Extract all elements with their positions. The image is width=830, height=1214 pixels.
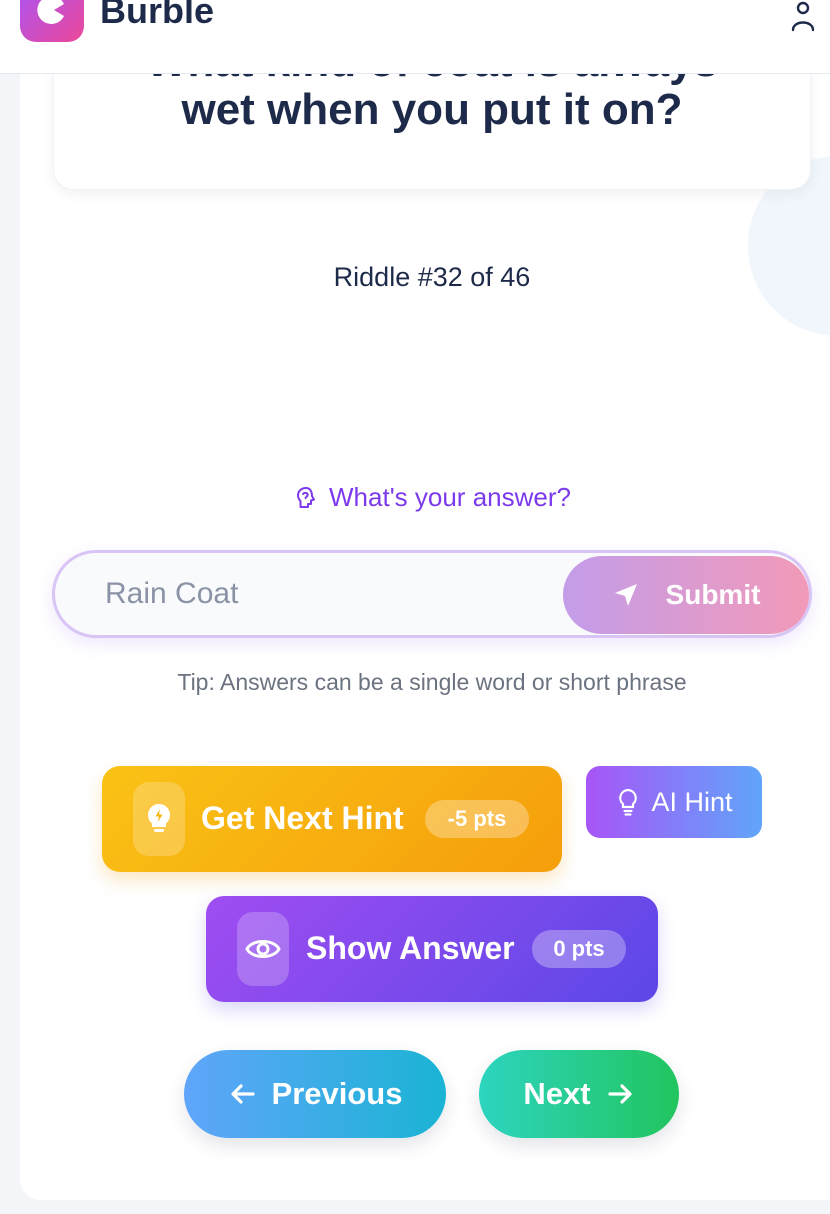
show-answer-icon-chip [237, 912, 289, 986]
arrow-right-icon [607, 1084, 632, 1104]
lightbulb-outline-icon [619, 788, 638, 816]
brain-icon [297, 486, 316, 508]
hint-icon-chip [133, 782, 185, 856]
get-next-hint-button[interactable]: Get Next Hint -5 pts [102, 766, 562, 872]
riddle-page-card: What kind of coat is always wet when you… [20, 74, 830, 1200]
ai-hint-button[interactable]: AI Hint [586, 766, 762, 838]
show-answer-cost-badge: 0 pts [532, 930, 626, 968]
ai-hint-label: AI Hint [651, 786, 733, 817]
show-answer-label: Show Answer [306, 930, 515, 966]
answer-tip: Tip: Answers can be a single word or sho… [177, 669, 687, 695]
riddle-counter: Riddle #32 of 46 [333, 262, 531, 292]
app-header: Burble [0, 0, 830, 74]
lightbulb-icon [147, 804, 171, 832]
app-name[interactable]: Burble [100, 0, 214, 32]
submit-button[interactable]: Submit [563, 556, 809, 634]
hint-cost-badge: -5 pts [425, 800, 529, 838]
answer-prompt-text: What's your answer? [329, 482, 571, 512]
next-button[interactable]: Next [479, 1050, 679, 1138]
answer-bar: Submit [52, 550, 812, 638]
send-icon [614, 584, 637, 606]
app-logo-icon[interactable] [20, 0, 84, 42]
get-next-hint-label: Get Next Hint [201, 800, 404, 836]
riddle-question-card: What kind of coat is always wet when you… [53, 74, 811, 190]
answer-prompt: What's your answer? [20, 482, 830, 513]
arrow-left-icon [230, 1084, 255, 1104]
previous-button[interactable]: Previous [184, 1050, 446, 1138]
show-answer-button[interactable]: Show Answer 0 pts [206, 896, 658, 1002]
next-label: Next [523, 1076, 591, 1111]
answer-input[interactable] [85, 565, 545, 623]
user-icon[interactable] [786, 0, 820, 34]
submit-button-label: Submit [665, 579, 761, 610]
previous-label: Previous [271, 1076, 403, 1111]
eye-icon [245, 940, 281, 958]
riddle-question-line-2: wet when you put it on? [181, 85, 683, 134]
